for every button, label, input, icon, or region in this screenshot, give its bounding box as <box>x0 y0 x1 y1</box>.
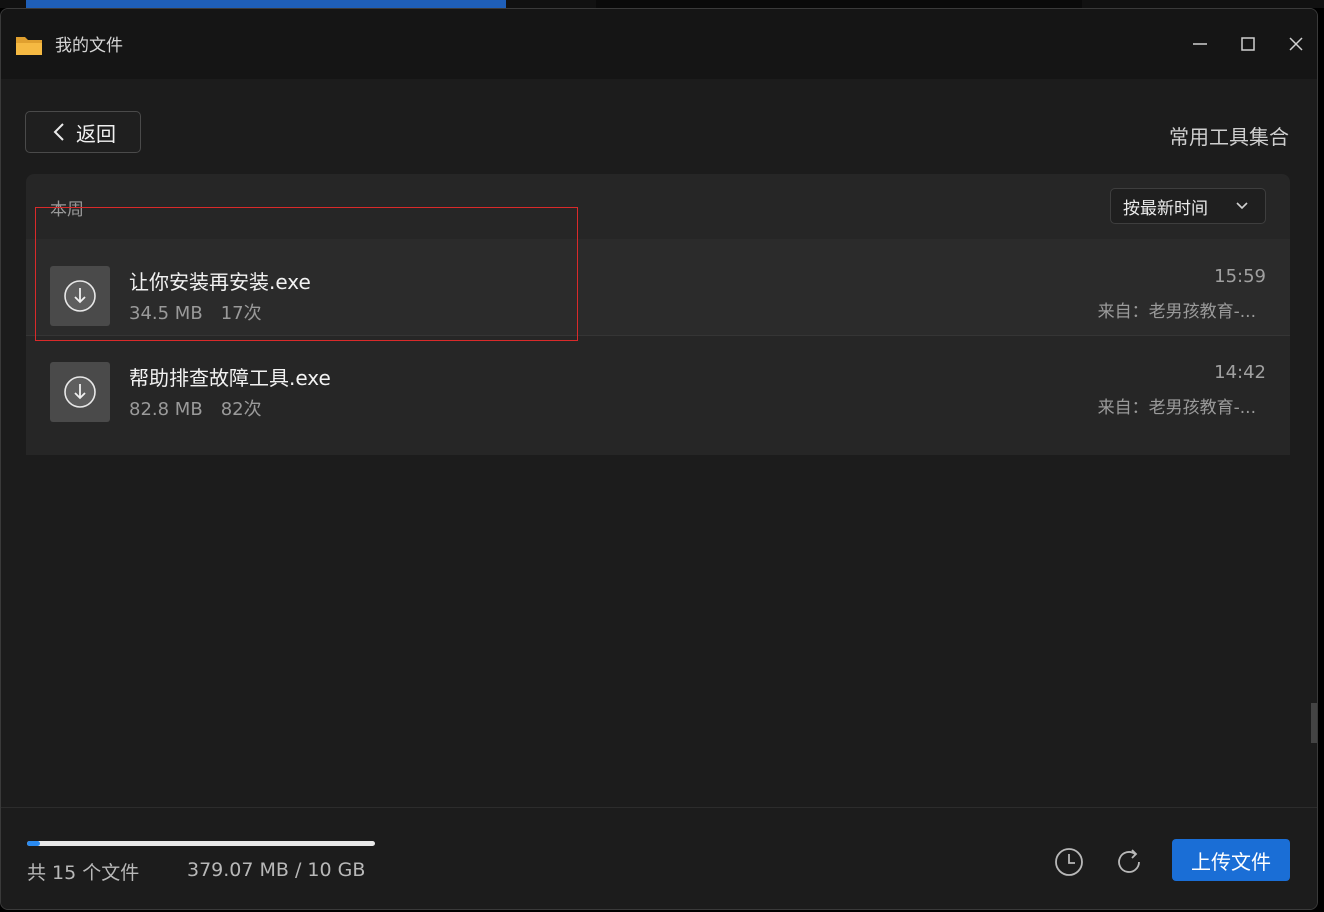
file-source: 来自：老男孩教育-... <box>1097 302 1256 322</box>
my-files-window: 我的文件 返回 常用工具集合 本周 按最新时间 让你安装再安装.exe 34.5… <box>0 8 1318 910</box>
chevron-down-icon <box>1236 202 1248 210</box>
download-count: 82次 <box>220 399 262 420</box>
download-count: 17次 <box>220 303 262 324</box>
download-icon <box>64 376 96 408</box>
history-icon[interactable] <box>1053 846 1085 878</box>
background-window-blue <box>26 0 506 8</box>
section-label: 本周 <box>50 200 84 220</box>
window-title: 我的文件 <box>55 36 123 56</box>
chevron-left-icon <box>53 123 64 141</box>
file-row[interactable]: 帮助排查故障工具.exe 82.8 MB 82次 14:42 来自：老男孩教育-.… <box>26 335 1290 432</box>
file-meta: 82.8 MB 82次 <box>129 395 262 421</box>
file-row[interactable]: 让你安装再安装.exe 34.5 MB 17次 15:59 来自：老男孩教育-..… <box>26 239 1290 335</box>
file-size: 34.5 MB <box>129 303 203 324</box>
refresh-icon[interactable] <box>1113 846 1145 878</box>
sort-dropdown[interactable]: 按最新时间 <box>1110 188 1266 224</box>
file-name: 让你安装再安装.exe <box>129 270 311 294</box>
folder-title: 常用工具集合 <box>1169 125 1289 149</box>
file-name: 帮助排查故障工具.exe <box>129 366 331 390</box>
file-time: 15:59 <box>1214 266 1266 287</box>
folder-icon <box>16 37 42 55</box>
storage-progress-fill <box>27 841 40 846</box>
minimize-icon <box>1193 43 1207 45</box>
sort-dropdown-label: 按最新时间 <box>1123 198 1208 219</box>
file-thumbnail <box>50 362 110 422</box>
minimize-button[interactable] <box>1185 29 1215 59</box>
desktop-background <box>0 0 1324 8</box>
file-source: 来自：老男孩教育-... <box>1097 398 1256 418</box>
file-time: 14:42 <box>1214 362 1266 383</box>
file-meta: 34.5 MB 17次 <box>129 299 262 325</box>
scrollbar[interactable] <box>1311 703 1317 743</box>
upload-file-button[interactable]: 上传文件 <box>1172 839 1290 881</box>
footer-bar: 共 15 个文件 379.07 MB / 10 GB 上传文件 <box>1 807 1317 909</box>
storage-progress-bar <box>27 841 375 846</box>
maximize-button[interactable] <box>1233 29 1263 59</box>
file-count: 共 15 个文件 <box>27 862 140 884</box>
file-thumbnail <box>50 266 110 326</box>
background-window-dark <box>596 0 1082 8</box>
back-button-label: 返回 <box>76 121 116 146</box>
title-bar: 我的文件 <box>1 9 1317 79</box>
file-size: 82.8 MB <box>129 399 203 420</box>
file-list-panel: 本周 按最新时间 让你安装再安装.exe 34.5 MB 17次 15:59 来自… <box>26 174 1290 455</box>
close-button[interactable] <box>1281 29 1311 59</box>
back-button[interactable]: 返回 <box>25 111 141 153</box>
storage-used: 379.07 MB / 10 GB <box>187 859 366 881</box>
maximize-icon <box>1241 37 1255 51</box>
close-icon <box>1289 37 1303 51</box>
download-icon <box>64 280 96 312</box>
